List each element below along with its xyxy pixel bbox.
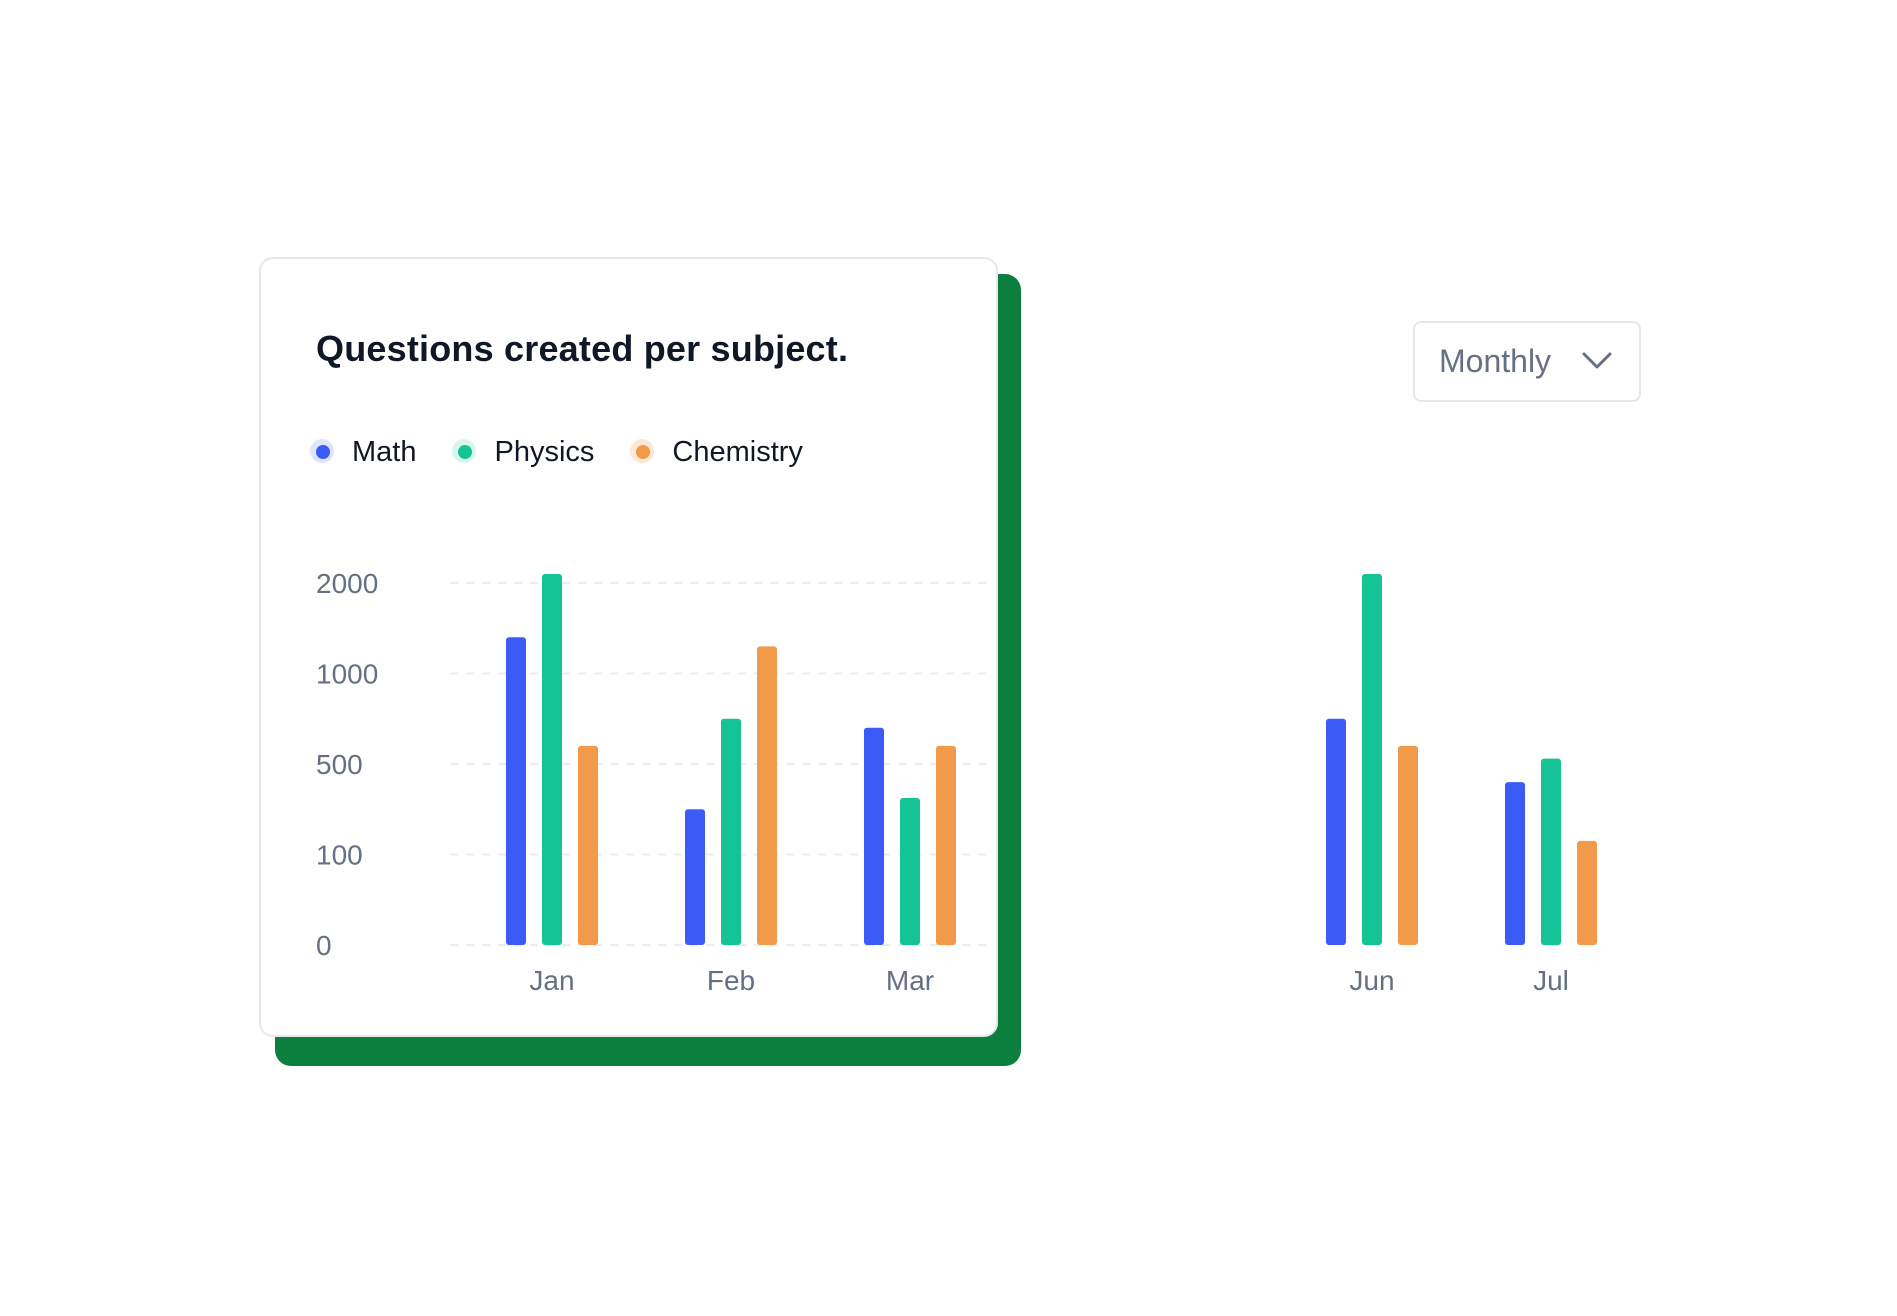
bar-physics-feb (721, 718, 741, 945)
bar-math-mar (864, 727, 884, 945)
x-tick-label: Jul (1533, 965, 1569, 996)
bar-chemistry-jun (1398, 745, 1418, 945)
y-tick-label: 500 (316, 749, 363, 780)
y-tick-label: 2000 (316, 568, 378, 599)
bar-physics-jun (1362, 573, 1382, 945)
bar-math-jun (1326, 718, 1346, 945)
bar-math-feb (685, 809, 705, 945)
x-tick-label: Jun (1349, 965, 1394, 996)
bar-math-jan (506, 637, 526, 945)
bar-physics-mar (900, 797, 920, 945)
y-tick-label: 1000 (316, 659, 378, 690)
bar-math-jul (1505, 782, 1525, 945)
bar-chart: 0 100 500 1000 2000 Jan Feb Mar Jun Jul (316, 568, 1597, 996)
y-tick-label: 100 (316, 840, 363, 871)
bar-chemistry-mar (936, 745, 956, 945)
bar-chemistry-jan (578, 745, 598, 945)
x-tick-label: Mar (886, 965, 934, 996)
bar-chemistry-jul (1577, 840, 1597, 945)
bar-chemistry-feb (757, 646, 777, 945)
bar-physics-jan (542, 573, 562, 945)
bar-physics-jul (1541, 758, 1561, 945)
x-tick-label: Jan (529, 965, 574, 996)
y-tick-label: 0 (316, 930, 332, 961)
x-tick-label: Feb (707, 965, 755, 996)
